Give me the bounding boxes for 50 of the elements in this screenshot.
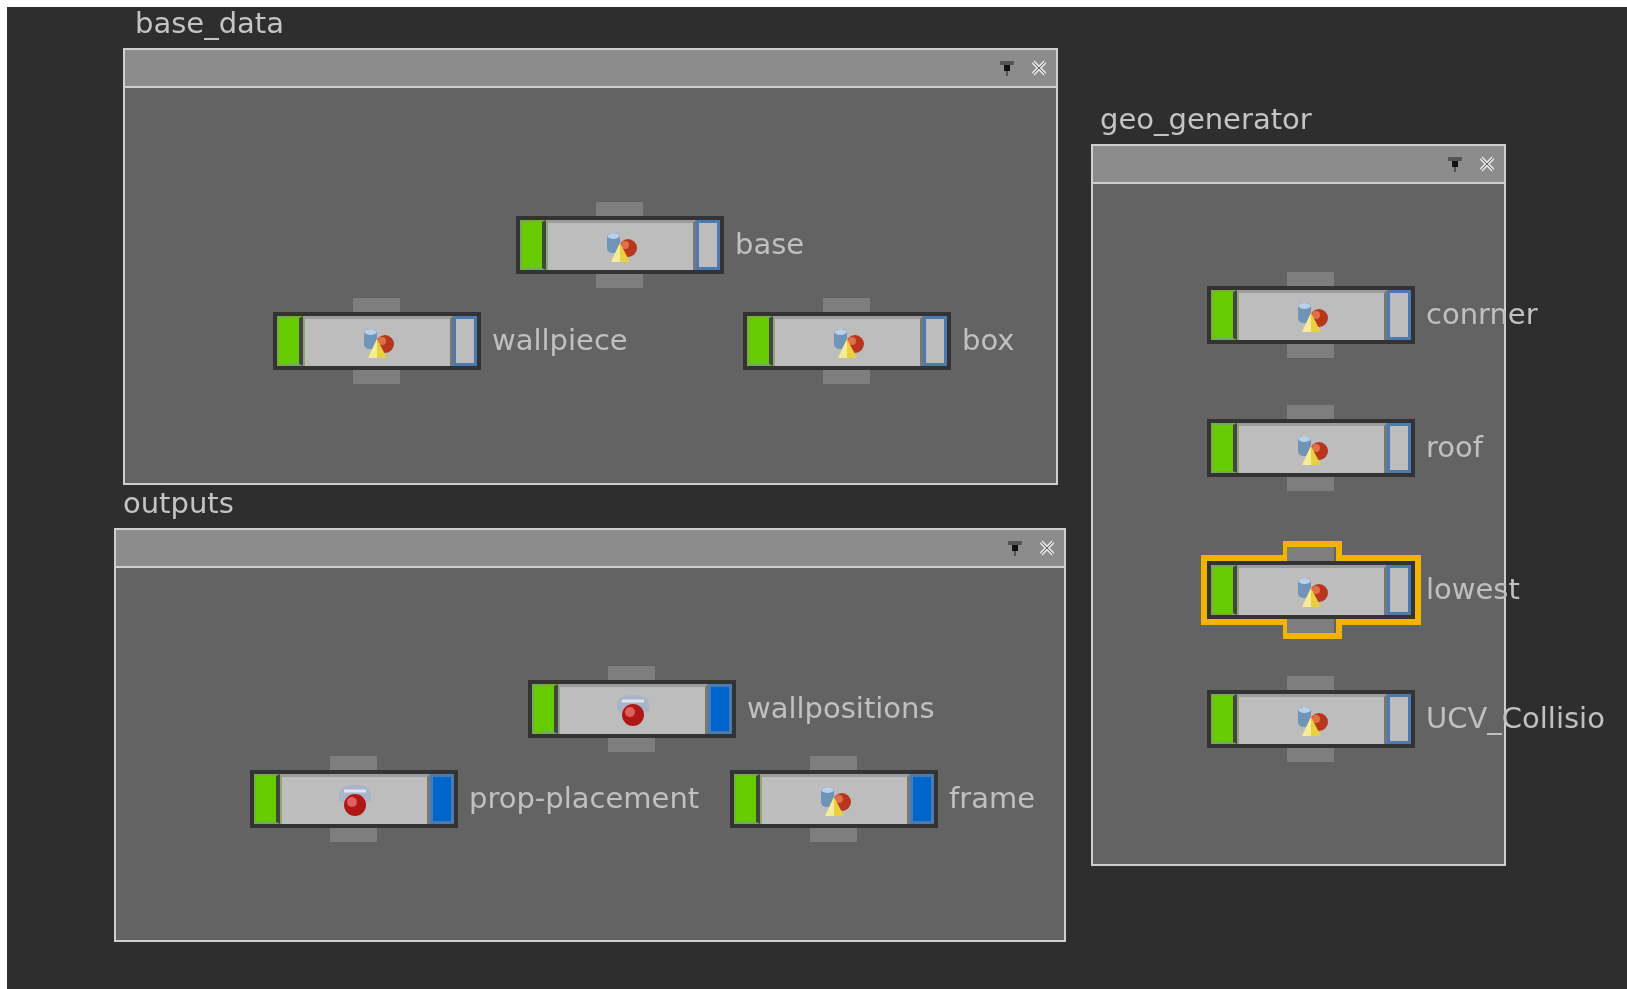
node-name: box (962, 322, 1015, 359)
node[interactable] (528, 680, 736, 738)
bypass-flag[interactable] (277, 316, 303, 366)
node-name: frame (949, 780, 1035, 817)
bypass-flag[interactable] (520, 220, 546, 270)
input-port[interactable] (596, 202, 643, 216)
bypass-flag[interactable] (1211, 423, 1237, 473)
display-flag[interactable] (1387, 423, 1411, 473)
input-port[interactable] (608, 666, 655, 680)
node-name: prop-placement (469, 780, 700, 817)
node[interactable] (516, 216, 724, 274)
display-flag[interactable] (923, 316, 947, 366)
node[interactable] (1207, 690, 1415, 748)
input-port[interactable] (1287, 676, 1334, 690)
display-flag[interactable] (696, 220, 720, 270)
input-port[interactable] (1287, 272, 1334, 286)
input-port[interactable] (353, 298, 400, 312)
display-flag[interactable] (1387, 290, 1411, 340)
input-port[interactable] (823, 298, 870, 312)
display-flag[interactable] (1387, 694, 1411, 744)
input-port[interactable] (1287, 405, 1334, 419)
display-flag[interactable] (1387, 565, 1411, 615)
node-name: roof (1426, 429, 1483, 466)
bypass-flag[interactable] (1211, 290, 1237, 340)
bypass-flag[interactable] (254, 774, 280, 824)
node[interactable] (730, 770, 938, 828)
node-name: base (735, 226, 805, 263)
node[interactable] (1207, 419, 1415, 477)
node[interactable] (250, 770, 458, 828)
node[interactable] (1207, 286, 1415, 344)
network-box-title: base_data (135, 7, 284, 40)
input-port[interactable] (810, 756, 857, 770)
node[interactable] (273, 312, 481, 370)
bypass-flag[interactable] (1211, 694, 1237, 744)
bypass-flag[interactable] (734, 774, 760, 824)
bypass-flag[interactable] (747, 316, 773, 366)
display-flag[interactable] (430, 774, 454, 824)
network-box-title: outputs (123, 486, 234, 520)
input-port[interactable] (1287, 547, 1334, 561)
bypass-flag[interactable] (1211, 565, 1237, 615)
node[interactable] (1207, 561, 1415, 619)
bypass-flag[interactable] (532, 684, 558, 734)
node-name: wallpiece (492, 322, 628, 359)
display-flag[interactable] (453, 316, 477, 366)
node-name: wallpositions (747, 690, 935, 727)
node[interactable] (743, 312, 951, 370)
display-flag[interactable] (708, 684, 732, 734)
display-flag[interactable] (910, 774, 934, 824)
input-port[interactable] (330, 756, 377, 770)
network-box-title: geo_generator (1100, 102, 1312, 136)
